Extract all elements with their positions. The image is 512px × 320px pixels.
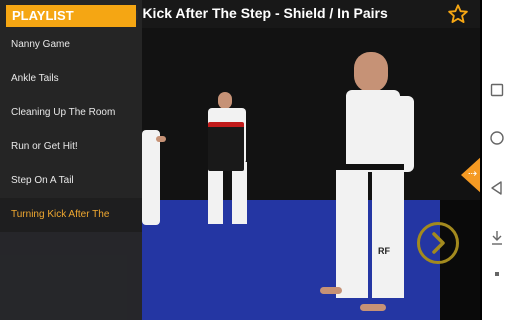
recent-apps-button[interactable] [482,78,512,102]
head [218,92,232,109]
figure-instructor: RF [320,50,430,312]
playlist-item-label: Step On A Tail [11,175,74,186]
video-title: g Kick After The Step - Shield / In Pair… [130,5,388,21]
home-icon [490,131,504,145]
download-icon [492,231,502,245]
playlist-item-label: Turning Kick After The [11,209,110,220]
playlist-item-label: Cleaning Up The Room [11,107,116,118]
nav-dot-button[interactable] [482,262,512,286]
star-outline-icon[interactable] [447,3,469,25]
next-video-button[interactable] [417,222,459,264]
collapse-arrow-icon: ⇢ [468,168,478,180]
playlist-header: PLAYLIST [6,5,136,27]
home-button[interactable] [482,126,512,150]
back-button[interactable] [482,176,512,200]
playlist-item-label: Ankle Tails [11,73,59,84]
playlist-item-run-or-get-hit[interactable]: Run or Get Hit! [0,130,142,164]
figure-shield-holder [200,88,260,240]
playlist-item-label: Run or Get Hit! [11,141,78,152]
system-nav-bar [482,0,512,320]
back-icon [491,181,502,195]
kick-shield [208,122,244,171]
recent-apps-icon [490,83,504,97]
figure-left-partial [138,130,168,240]
head [354,52,388,92]
playlist-item-turning-kick[interactable]: Turning Kick After The [0,198,142,232]
playlist-item-step-on-a-tail[interactable]: Step On A Tail [0,164,142,198]
playlist-item-nanny-game[interactable]: Nanny Game [0,28,142,62]
dot-icon [495,272,499,276]
playlist-item-label: Nanny Game [11,39,70,50]
download-button[interactable] [482,226,512,250]
chevron-right-icon [432,232,445,254]
playlist-sidebar: PLAYLIST Nanny Game Ankle Tails Cleaning… [0,0,142,320]
playlist-item-cleaning-up-the-room[interactable]: Cleaning Up The Room [0,96,142,130]
playlist-item-ankle-tails[interactable]: Ankle Tails [0,62,142,96]
uniform-text: RF [378,246,390,256]
